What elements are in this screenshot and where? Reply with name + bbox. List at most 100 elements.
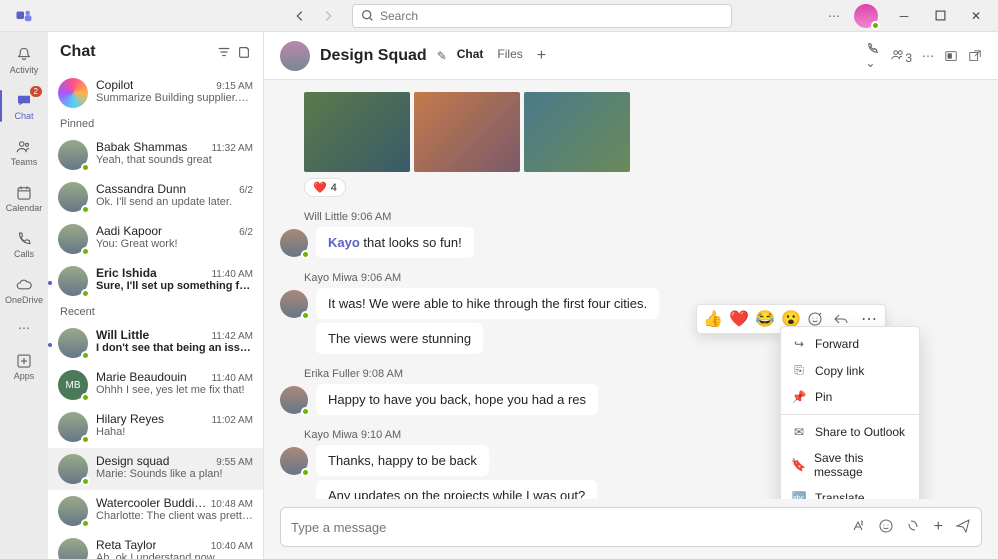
- message-text: Thanks, happy to be back: [328, 453, 477, 468]
- emoji-button[interactable]: [878, 518, 894, 536]
- chat-item-time: 6/2: [239, 227, 253, 238]
- reaction-heart[interactable]: ❤️: [729, 309, 749, 329]
- phone-icon: [15, 230, 33, 248]
- chat-item-time: 11:32 AM: [211, 143, 253, 154]
- compose-input[interactable]: [291, 520, 840, 535]
- rail-badge: 2: [30, 86, 42, 97]
- more-button[interactable]: ⋯: [922, 49, 934, 63]
- more-button[interactable]: ⋯: [822, 4, 846, 28]
- rail-activity[interactable]: Activity: [0, 38, 48, 82]
- chat-item-preview: Haha!: [96, 426, 253, 438]
- message-bubble[interactable]: Thanks, happy to be back: [316, 445, 489, 476]
- chat-list-item[interactable]: Watercooler Buddies10:48 AMCharlotte: Th…: [48, 490, 263, 532]
- chat-list-item[interactable]: Copilot9:15 AMSummarize Building supplie…: [48, 72, 263, 114]
- compose-box[interactable]: +: [280, 507, 982, 547]
- rail-onedrive[interactable]: OneDrive: [0, 268, 48, 312]
- window-close-button[interactable]: ✕: [958, 0, 994, 32]
- filter-button[interactable]: [217, 45, 231, 59]
- menu-item-copy-link[interactable]: ⎘Copy link: [781, 357, 919, 384]
- chat-item-time: 11:40 AM: [211, 269, 253, 280]
- popout-button[interactable]: [968, 49, 982, 63]
- open-button[interactable]: [944, 49, 958, 63]
- copilot-icon: [58, 78, 88, 108]
- message-text: Any updates on the projects while I was …: [328, 488, 585, 499]
- avatar: [58, 454, 88, 484]
- tab-files[interactable]: Files: [497, 47, 522, 65]
- search-input[interactable]: [380, 9, 723, 23]
- copilot-compose-button[interactable]: [906, 518, 922, 536]
- add-button[interactable]: +: [934, 518, 943, 536]
- avatar: [58, 328, 88, 358]
- message-bubble[interactable]: Any updates on the projects while I was …: [316, 480, 597, 499]
- chat-item-time: 11:02 AM: [211, 415, 253, 426]
- chat-list-item[interactable]: Design squad9:55 AMMarie: Sounds like a …: [48, 448, 263, 490]
- image-thumb[interactable]: [524, 92, 630, 172]
- call-button[interactable]: ⌄: [865, 41, 880, 70]
- rail-apps[interactable]: Apps: [0, 344, 48, 388]
- message-bubble[interactable]: Happy to have you back, hope you had a r…: [316, 384, 598, 415]
- chat-list-item[interactable]: Reta Taylor10:40 AMAh, ok I understand n…: [48, 532, 263, 559]
- chat-list-item[interactable]: Babak Shammas11:32 AMYeah, that sounds g…: [48, 134, 263, 176]
- window-minimize-button[interactable]: ─: [886, 0, 922, 32]
- avatar: [58, 140, 88, 170]
- rail-calendar[interactable]: Calendar: [0, 176, 48, 220]
- menu-item-forward[interactable]: ↪ Forward: [781, 331, 919, 357]
- chat-list-item[interactable]: Eric Ishida11:40 AMSure, I'll set up som…: [48, 260, 263, 302]
- reaction-pill[interactable]: ❤️ 4: [304, 178, 346, 197]
- tab-chat[interactable]: Chat: [457, 47, 484, 65]
- participants-button[interactable]: 3: [890, 47, 912, 65]
- menu-item-save-this-message[interactable]: 🔖Save this message: [781, 445, 919, 485]
- nav-forward-button[interactable]: [316, 4, 340, 28]
- image-thumb[interactable]: [414, 92, 520, 172]
- teams-icon: [15, 138, 33, 156]
- rail-chat[interactable]: 2 Chat: [0, 84, 48, 128]
- avatar: [280, 447, 308, 475]
- reaction-more-icon[interactable]: [807, 311, 827, 327]
- menu-label: Save this message: [814, 451, 909, 479]
- menu-item-translate[interactable]: 🔤Translate: [781, 485, 919, 499]
- send-button[interactable]: [955, 518, 971, 536]
- message-bubble[interactable]: It was! We were able to hike through the…: [316, 288, 659, 319]
- chat-item-preview: You: Great work!: [96, 238, 253, 250]
- rail-more[interactable]: ⋯: [0, 314, 48, 342]
- chat-item-name: Copilot: [96, 78, 133, 92]
- me-avatar[interactable]: [854, 4, 878, 28]
- nav-back-button[interactable]: [288, 4, 312, 28]
- menu-icon: ↪: [791, 337, 807, 351]
- message-context-menu: ↪ Forward ⎘Copy link📌Pin ✉Share to Outlook🔖…: [780, 326, 920, 499]
- rail-teams[interactable]: Teams: [0, 130, 48, 174]
- chat-list-item[interactable]: Cassandra Dunn6/2Ok. I'll send an update…: [48, 176, 263, 218]
- chat-list-item[interactable]: Hilary Reyes11:02 AMHaha!: [48, 406, 263, 448]
- chat-item-preview: Sure, I'll set up something for next wee…: [96, 280, 253, 292]
- app-rail: Activity 2 Chat Teams Calendar Calls One…: [0, 32, 48, 559]
- menu-item-pin[interactable]: 📌Pin: [781, 384, 919, 410]
- add-tab-button[interactable]: +: [537, 47, 546, 65]
- rail-label: OneDrive: [5, 295, 43, 305]
- menu-item-share-to-outlook[interactable]: ✉Share to Outlook: [781, 419, 919, 445]
- chat-list-panel: Chat Copilot9:15 AMSummarize Building su…: [48, 32, 264, 559]
- reply-icon[interactable]: [833, 311, 853, 327]
- format-button[interactable]: [850, 518, 866, 536]
- avatar: [58, 496, 88, 526]
- avatar: [280, 229, 308, 257]
- window-maximize-button[interactable]: [922, 0, 958, 32]
- new-chat-button[interactable]: [237, 45, 251, 59]
- image-thumb[interactable]: [304, 92, 410, 172]
- calendar-icon: [15, 184, 33, 202]
- chat-list-item[interactable]: Will Little11:42 AMI don't see that bein…: [48, 322, 263, 364]
- chat-list-item[interactable]: MBMarie Beaudouin11:40 AMOhhh I see, yes…: [48, 364, 263, 406]
- message-text: that looks so fun!: [360, 235, 462, 250]
- edit-name-icon[interactable]: ✎: [437, 49, 447, 63]
- message-bubble[interactable]: The views were stunning: [316, 323, 483, 354]
- menu-label: Forward: [815, 337, 859, 351]
- mention[interactable]: Kayo: [328, 235, 360, 250]
- search-box[interactable]: [352, 4, 732, 28]
- reaction-thumbsup[interactable]: 👍: [703, 309, 723, 329]
- menu-label: Pin: [815, 390, 832, 404]
- chat-item-time: 10:40 AM: [211, 541, 253, 552]
- message-bubble[interactable]: Kayo that looks so fun!: [316, 227, 474, 258]
- chat-list-item[interactable]: Aadi Kapoor6/2You: Great work!: [48, 218, 263, 260]
- rail-calls[interactable]: Calls: [0, 222, 48, 266]
- reaction-laugh[interactable]: 😂: [755, 309, 775, 329]
- chat-list-title: Chat: [60, 43, 96, 61]
